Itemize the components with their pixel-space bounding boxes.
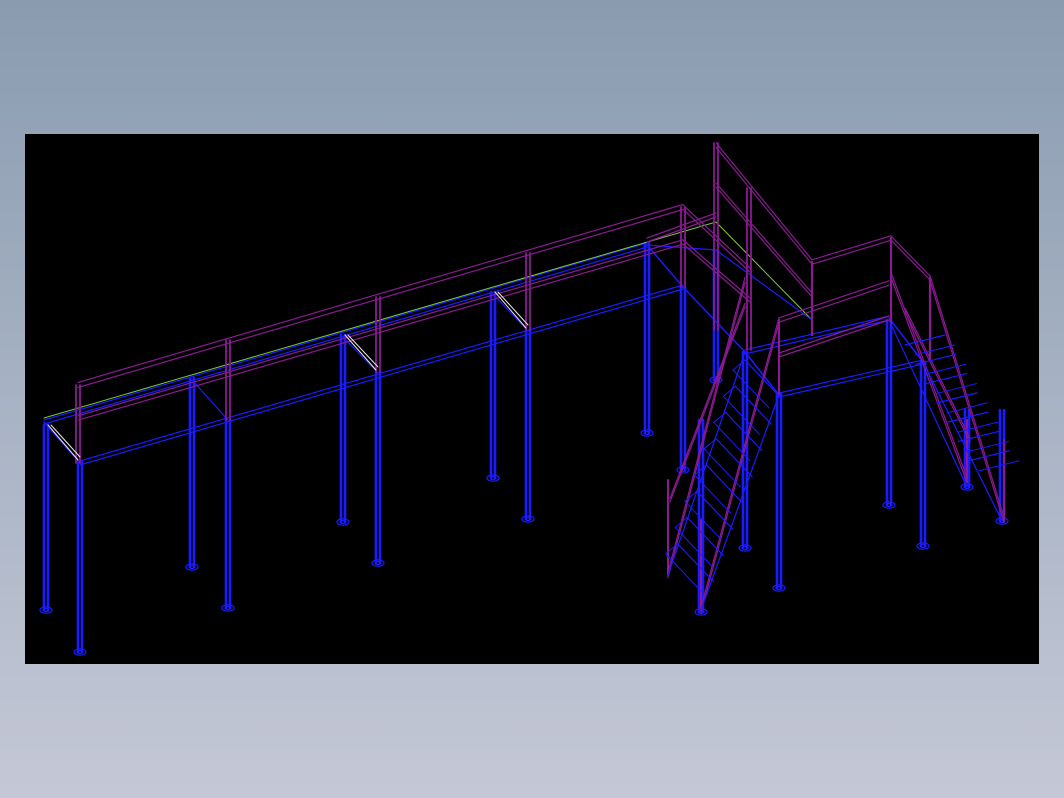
landing-mid-rail xyxy=(778,315,890,354)
landing-side-rail xyxy=(890,239,931,281)
column-base-plate xyxy=(772,584,786,592)
column-base-plate xyxy=(39,606,53,614)
rail-bracket xyxy=(47,424,79,461)
guard-top-rail xyxy=(715,146,813,265)
column-base-plate xyxy=(882,501,896,509)
column-base-plate xyxy=(521,515,535,523)
left-stair-tread xyxy=(722,385,736,397)
left-stair-outer-rail xyxy=(667,276,746,574)
platform-wireframe-drawing xyxy=(39,142,1020,656)
column-base-plate xyxy=(738,544,752,552)
landing-top-rail xyxy=(811,239,892,265)
right-stair-tread xyxy=(914,344,956,356)
column-base-plate xyxy=(371,559,385,567)
landing-side-beam xyxy=(778,359,924,394)
rail-bracket xyxy=(494,291,527,329)
rail-brackets xyxy=(47,291,529,461)
deck-end-beam xyxy=(43,421,81,464)
column-base-plate xyxy=(640,429,654,437)
column-base-plate xyxy=(486,474,500,482)
support-columns xyxy=(39,241,1009,656)
column-base-plate xyxy=(221,604,235,612)
landing-side-beam xyxy=(778,363,924,398)
guard-mid-rail xyxy=(715,182,813,294)
column-base-plate xyxy=(916,542,930,550)
right-stair-tread xyxy=(935,383,977,395)
right-stair-tread xyxy=(968,440,1010,452)
left-stair-tread xyxy=(703,438,717,450)
landing-top-rail xyxy=(811,235,892,261)
left-stair-tread xyxy=(713,412,727,423)
deck-front-beam xyxy=(79,288,684,466)
rail-bracket xyxy=(497,291,529,326)
left-stair-tread xyxy=(744,359,782,399)
landing-side-rail xyxy=(890,235,931,277)
right-stair-mid-rail xyxy=(904,311,971,443)
handrail-corner-top xyxy=(682,208,751,273)
deck-frame xyxy=(43,221,924,466)
deck-top-edge xyxy=(715,221,813,321)
handrail-corner-mid xyxy=(682,239,751,299)
left-stair-outer-rail xyxy=(667,281,746,579)
left-stair-tread xyxy=(665,553,703,593)
deck-crossbeam xyxy=(342,336,379,374)
cad-viewport[interactable] xyxy=(25,134,1039,664)
landing-front-beam xyxy=(744,319,890,355)
column-base-plate xyxy=(336,518,350,526)
deck-joint-beam xyxy=(646,244,684,288)
deck-crossbeam xyxy=(492,293,529,332)
deck-front-beam xyxy=(79,284,684,462)
right-stair-tread xyxy=(904,334,946,346)
column-base-plate xyxy=(73,648,87,656)
rail-bracket xyxy=(347,334,379,368)
landing-front-beam xyxy=(744,315,890,351)
right-stair-tread xyxy=(936,392,978,404)
column-base-plate xyxy=(185,563,199,571)
landing-front-rail xyxy=(778,280,890,319)
rail-bracket xyxy=(344,334,377,371)
handrails xyxy=(75,142,932,464)
handrail-corner-mid xyxy=(682,243,751,303)
left-stair-stringer xyxy=(667,351,746,576)
